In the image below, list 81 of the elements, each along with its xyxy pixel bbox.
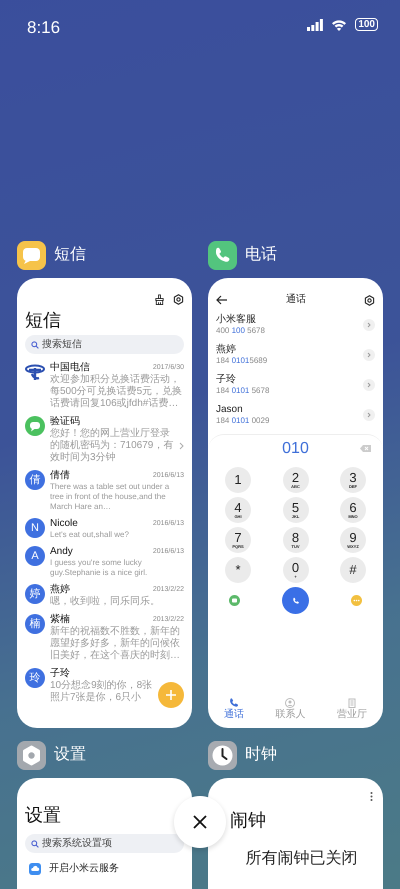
message-icon[interactable]: [229, 595, 240, 606]
sender-name: 紫楠: [50, 614, 70, 626]
dial-key[interactable]: *: [225, 557, 251, 583]
cloud-icon[interactable]: [29, 862, 41, 874]
message-preview: There was a table set out under a tree in front of the house,and the March Hare an…: [50, 482, 170, 512]
sender-name: Andy: [50, 546, 73, 558]
chevron-right-icon[interactable]: [363, 349, 375, 361]
phone-number: 184 0101 5678: [216, 386, 270, 396]
sender-name: 燕婷: [50, 584, 70, 596]
phone-number: 184 0101 0029: [216, 416, 270, 426]
chat-avatar-icon: [25, 416, 45, 436]
chevron-right-icon[interactable]: [363, 379, 375, 391]
search-field[interactable]: 搜索短信: [25, 335, 184, 354]
dialed-number: 010: [282, 439, 309, 459]
contact-avatar: N: [25, 518, 45, 538]
person-icon: [285, 698, 296, 708]
building-icon: [347, 698, 358, 708]
message-preview: 10分想念9刻的你，8张照片7张是你，6只小: [50, 680, 154, 704]
contact-name: Jason: [216, 404, 244, 416]
app-name: 短信: [54, 245, 86, 265]
wifi-icon: [331, 18, 348, 30]
sender-name: 倩倩: [50, 470, 70, 482]
call-button[interactable]: [282, 587, 309, 614]
message-preview: 新年的祝福数不胜数，新年的愿望好多好多，新年的问候依旧美好，在这个喜庆的时刻…: [50, 626, 181, 662]
chat-bubble-icon: [17, 240, 46, 270]
settings-icon[interactable]: [364, 294, 375, 306]
screen-title: 闹钟: [230, 809, 267, 831]
more-options-icon[interactable]: [370, 792, 373, 801]
message-preview: Let's eat out,shall we?: [50, 530, 130, 540]
message-preview: 欢迎参加积分兑换话费活动，每500分可兑换话费5元，兑换话费请回复106或jfdh#话费…: [50, 374, 184, 410]
tab[interactable]: 通话: [224, 698, 244, 720]
close-icon: [193, 815, 207, 829]
app-name: 电话: [245, 244, 277, 265]
app-preview-card[interactable]: 闹钟 所有闹钟已关闭: [208, 778, 383, 889]
chevron-right-icon[interactable]: [363, 409, 375, 421]
app-preview-card[interactable]: [17, 278, 192, 728]
phone-number: 184 01015689: [216, 356, 268, 366]
sender-name: 验证码: [50, 416, 80, 428]
signal-icon: [307, 18, 324, 30]
message-preview: 嗯，收到啦，同乐同乐。: [50, 596, 161, 608]
contact-name: 子玲: [216, 374, 237, 386]
dial-key[interactable]: #: [340, 557, 366, 583]
contact-name: 小米客服: [216, 314, 257, 326]
dial-key[interactable]: 1: [225, 467, 251, 493]
sender-name: Nicole: [50, 518, 78, 530]
empty-state-text: 所有闹钟已关闭: [244, 848, 358, 869]
carrier-logo-icon: [25, 362, 45, 382]
screen-title: 设置: [25, 804, 62, 826]
setting-item[interactable]: 开启小米云服务: [49, 861, 119, 876]
back-arrow-icon[interactable]: [216, 295, 228, 305]
plus-icon: [166, 690, 176, 700]
phone-number: 400 100 5678: [216, 326, 265, 336]
screen-title: 短信: [25, 309, 62, 331]
message-preview: I guess you're some lucky guy.Stephanie is a nice girl.: [50, 558, 148, 578]
contact-avatar: 楠: [25, 614, 45, 634]
app-name: 设置: [54, 745, 86, 765]
search-field[interactable]: 搜索系统设置项: [25, 834, 184, 853]
contact-avatar: 玲: [25, 668, 45, 688]
contact-avatar: 婷: [25, 584, 45, 604]
contact-avatar: A: [25, 546, 45, 566]
app-name: 时钟: [245, 744, 277, 765]
clock-time: 8:16: [27, 18, 60, 38]
settings-icon: [17, 740, 46, 770]
keypad-icon[interactable]: [351, 595, 362, 606]
sender-name: 子玲: [50, 668, 70, 680]
contact-avatar: 倩: [25, 470, 45, 490]
message-preview: 您好！您的网上营业厅登录的随机密码为：710679，有效时间为3分钟: [50, 428, 174, 464]
broom-icon[interactable]: [154, 294, 165, 305]
sender-name: 中国电信: [50, 362, 90, 374]
compose-button[interactable]: [158, 682, 184, 708]
phone-icon: [228, 698, 239, 708]
screen-title: 通话: [286, 294, 306, 306]
app-preview-card[interactable]: 设置 搜索系统设置项 开启小米云服务: [17, 778, 192, 889]
search-icon: [31, 840, 39, 848]
chevron-right-icon[interactable]: [363, 319, 375, 331]
search-icon: [31, 340, 39, 348]
settings-icon[interactable]: [173, 294, 184, 305]
clock-icon: [208, 740, 237, 770]
battery-level: 100: [355, 18, 378, 31]
phone-icon: [208, 240, 237, 270]
contact-name: 燕婷: [216, 344, 237, 356]
